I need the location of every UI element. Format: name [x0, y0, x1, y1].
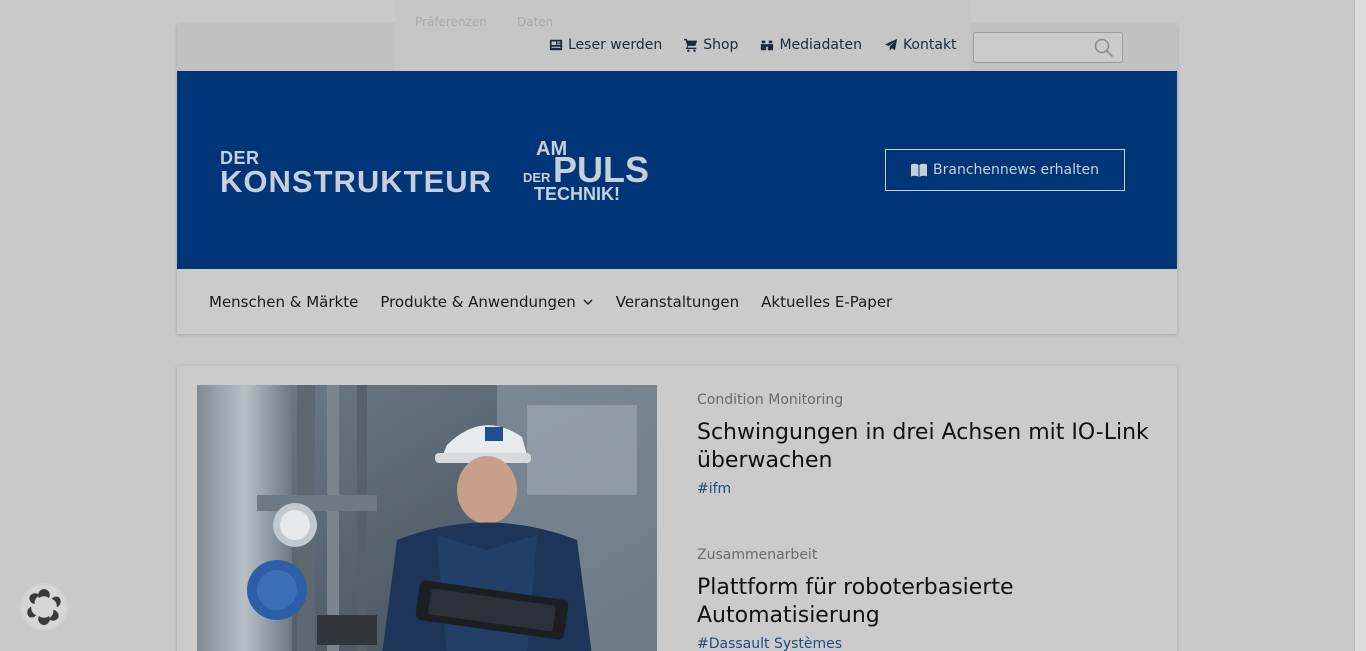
nav-item-label: Produkte & Anwendungen [380, 292, 576, 311]
article-tag-link[interactable]: #Dassault Systèmes [697, 636, 1157, 651]
top-link-label: Kontakt [902, 37, 957, 53]
hero-banner: DER KONSTRUKTEUR AM DER PULS TECHNIK! Br… [177, 71, 1177, 269]
article-item: Zusammenarbeit Plattform für roboterbasi… [697, 547, 1157, 651]
article-category[interactable]: Zusammenarbeit [697, 547, 1157, 563]
paper-plane-icon [884, 38, 898, 51]
top-link-mediadaten[interactable]: Mediadaten [760, 37, 862, 53]
top-link-label: Shop [703, 37, 739, 53]
cookie-settings-button[interactable] [20, 583, 68, 631]
nav-item-veranstaltungen[interactable]: Veranstaltungen [616, 293, 739, 311]
branchennews-button[interactable]: Branchennews erhalten [885, 149, 1125, 191]
nav-item-aktuelles-epaper[interactable]: Aktuelles E-Paper [761, 293, 892, 311]
main-navigation: Menschen & Märkte Produkte & Anwendungen… [177, 269, 1177, 334]
search-icon[interactable] [1094, 38, 1114, 58]
nav-item-menschen-maerkte[interactable]: Menschen & Märkte [209, 293, 358, 311]
article-title-link[interactable]: Plattform für roboterbasierte Automatisi… [697, 574, 1157, 630]
nav-item-produkte-anwendungen[interactable]: Produkte & Anwendungen [380, 293, 593, 311]
search-input[interactable] [974, 33, 1084, 62]
open-book-icon [911, 163, 927, 177]
top-links: Leser werden Shop Mediadaten Kontakt [549, 37, 957, 53]
nav-item-label: Menschen & Märkte [209, 292, 359, 311]
cookie-settings-icon [22, 585, 66, 629]
featured-article-image[interactable] [197, 385, 657, 651]
article-tag-link[interactable]: #ifm [697, 481, 1157, 497]
top-link-label: Mediadaten [779, 37, 862, 53]
top-bar: Präferenzen Daten Leser werden Shop Medi… [177, 0, 1177, 74]
logo-konstrukteur-text: KONSTRUKTEUR [220, 164, 493, 199]
puls-technik-text: TECHNIK! [534, 184, 620, 204]
site-header: Präferenzen Daten Leser werden Shop Medi… [177, 0, 1177, 334]
puls-puls-text: PULS [553, 149, 650, 190]
chevron-down-icon [583, 299, 593, 305]
branchennews-label: Branchennews erhalten [933, 162, 1099, 178]
top-link-kontakt[interactable]: Kontakt [884, 37, 957, 53]
newspaper-icon [549, 39, 563, 51]
binoculars-icon [761, 40, 774, 51]
article-category[interactable]: Condition Monitoring [697, 392, 1157, 408]
top-link-label: Leser werden [568, 37, 663, 53]
consent-tab-preferences[interactable]: Präferenzen [415, 15, 487, 29]
top-link-shop[interactable]: Shop [684, 37, 738, 53]
am-puls-der-technik-logo: AM DER PULS TECHNIK! [523, 139, 649, 205]
cart-icon [684, 38, 698, 52]
article-item: Condition Monitoring Schwingungen in dre… [697, 392, 1157, 497]
industrial-worker-photo [197, 385, 657, 651]
nav-item-label: Aktuelles E-Paper [761, 292, 893, 311]
puls-der-text: DER [523, 170, 551, 185]
site-logo[interactable]: DER KONSTRUKTEUR [220, 149, 492, 197]
nav-item-label: Veranstaltungen [615, 292, 740, 311]
featured-articles-card: Condition Monitoring Schwingungen in dre… [177, 366, 1177, 651]
search-box [973, 32, 1123, 63]
top-link-leser-werden[interactable]: Leser werden [549, 37, 662, 53]
consent-tab-data[interactable]: Daten [517, 15, 553, 29]
scrollbar[interactable] [1354, 0, 1366, 651]
article-title-link[interactable]: Schwingungen in drei Achsen mit IO-Link … [697, 419, 1157, 475]
